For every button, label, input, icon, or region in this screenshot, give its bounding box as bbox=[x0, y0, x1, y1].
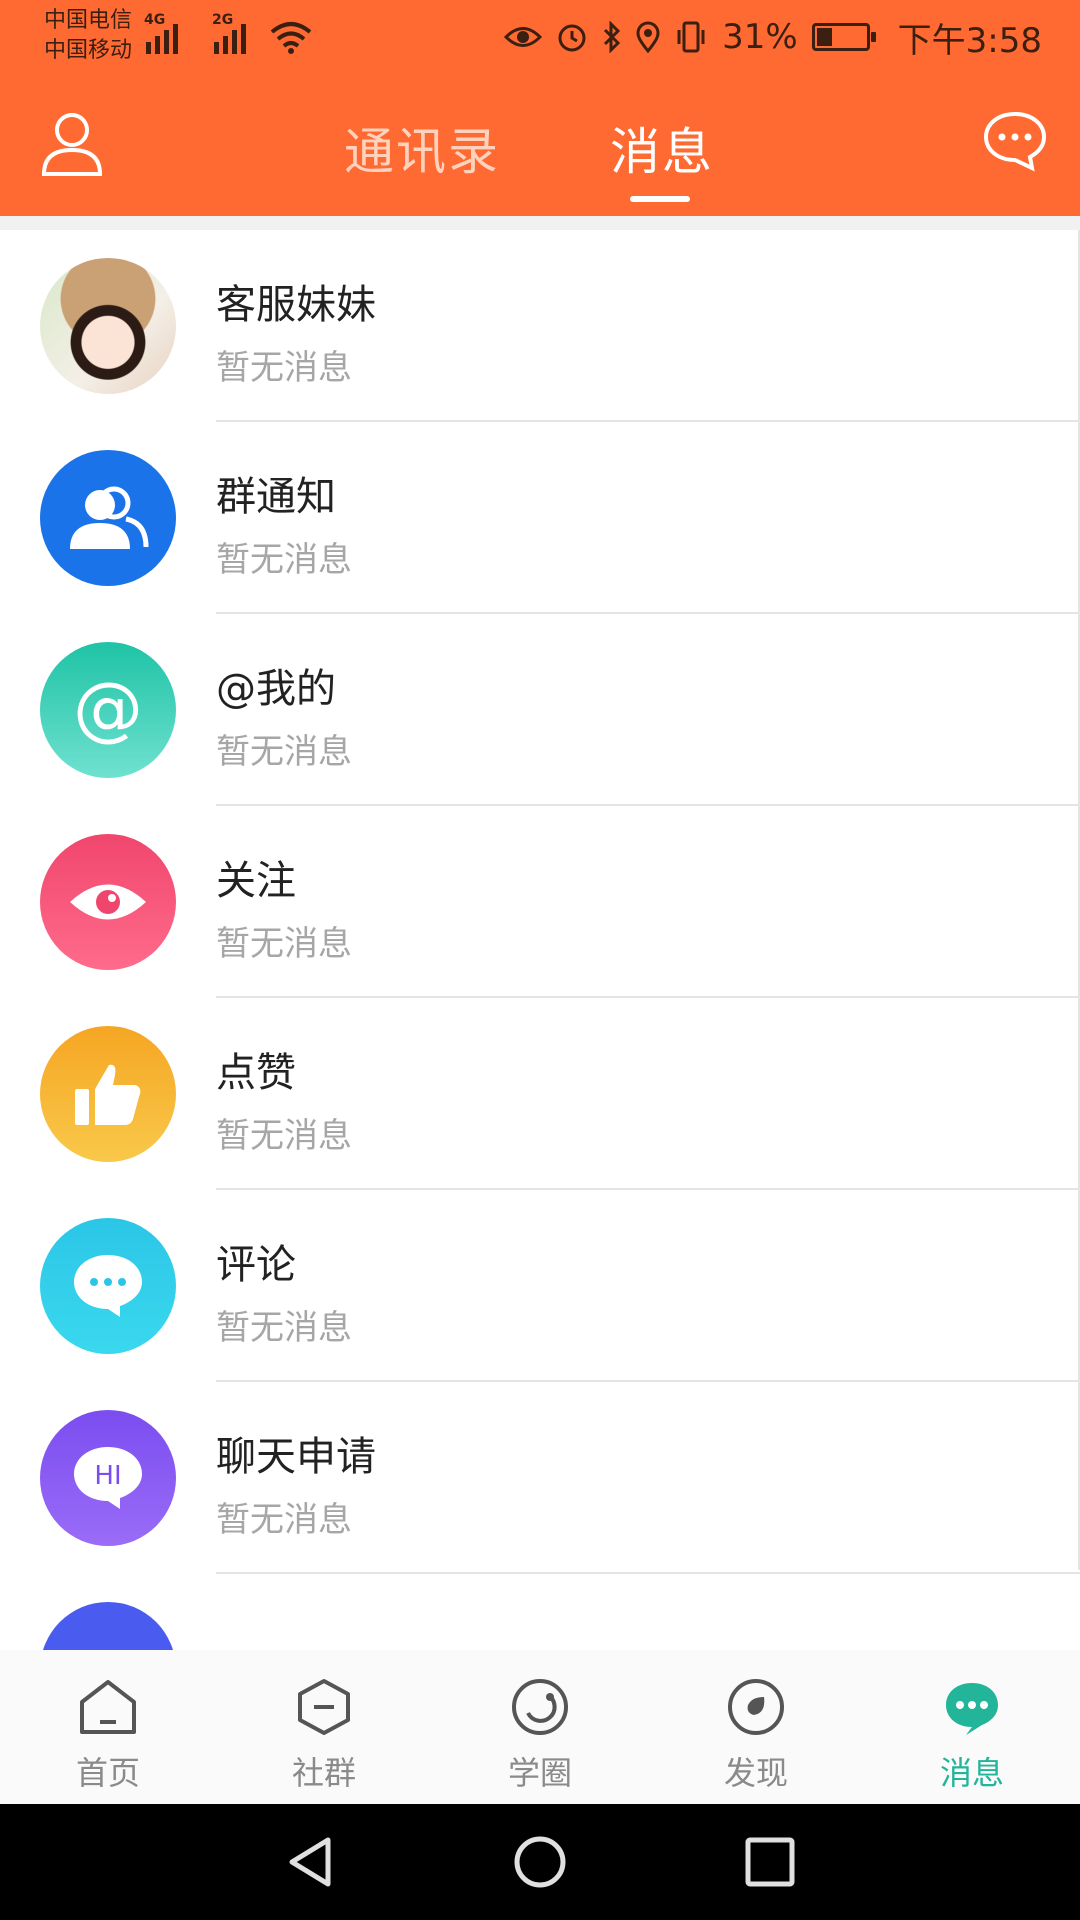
bottom-navigation: 首页 社群 学圈 发现 消息 bbox=[0, 1650, 1080, 1804]
row-title: 聊天申请 bbox=[216, 1434, 376, 1480]
message-row-group-notice[interactable]: 群通知 暂无消息 bbox=[0, 422, 1080, 614]
eye-comfort-icon bbox=[504, 24, 543, 50]
nav-label: 发现 bbox=[723, 1754, 788, 1792]
message-list: 客服妹妹 暂无消息 群通知 暂无消息 @ @我的 暂无消息 关注 暂无消息 点赞… bbox=[0, 230, 1080, 1650]
active-tab-indicator bbox=[630, 196, 690, 202]
carrier-1: 中国电信 bbox=[44, 8, 133, 33]
eye-icon bbox=[40, 834, 176, 970]
circle-icon bbox=[509, 1676, 571, 1738]
signal-tag-2g: 2G bbox=[212, 12, 234, 28]
group-icon bbox=[40, 450, 176, 586]
message-row-customer-service[interactable]: 客服妹妹 暂无消息 bbox=[0, 230, 1080, 422]
partial-row-icon bbox=[40, 1602, 176, 1650]
alarm-icon bbox=[556, 21, 588, 53]
nav-label: 消息 bbox=[939, 1754, 1004, 1792]
row-subtitle: 暂无消息 bbox=[216, 732, 352, 772]
thumbs-up-icon bbox=[40, 1026, 176, 1162]
nav-circle[interactable]: 学圈 bbox=[432, 1650, 648, 1804]
section-spacer bbox=[0, 216, 1080, 230]
recents-icon[interactable] bbox=[742, 1834, 798, 1890]
signal-2g-icon: 2G bbox=[212, 12, 246, 54]
message-row-mentions[interactable]: @ @我的 暂无消息 bbox=[0, 614, 1080, 806]
message-row-chat-requests[interactable]: HI 聊天申请 暂无消息 bbox=[0, 1382, 1080, 1574]
nav-community[interactable]: 社群 bbox=[216, 1650, 432, 1804]
hi-bubble-icon: HI bbox=[40, 1410, 176, 1546]
nav-messages[interactable]: 消息 bbox=[864, 1650, 1080, 1804]
comment-icon bbox=[40, 1218, 176, 1354]
wifi-icon bbox=[270, 20, 312, 58]
top-bar: 通讯录 消息 bbox=[0, 78, 1080, 216]
community-icon bbox=[293, 1676, 355, 1738]
row-subtitle: 暂无消息 bbox=[216, 1116, 352, 1156]
battery-percent: 31% bbox=[722, 17, 798, 57]
back-icon[interactable] bbox=[282, 1834, 338, 1890]
vibrate-icon bbox=[674, 20, 708, 54]
system-navigation-bar bbox=[0, 1804, 1080, 1920]
message-row-partial[interactable] bbox=[0, 1574, 1080, 1650]
discover-icon bbox=[725, 1676, 787, 1738]
carrier-2: 中国移动 bbox=[44, 38, 133, 63]
status-bar: 中国电信 中国移动 4G 2G 31% 下午3:58 bbox=[0, 0, 1080, 78]
message-row-comments[interactable]: 评论 暂无消息 bbox=[0, 1190, 1080, 1382]
signal-tag-4g: 4G bbox=[144, 12, 166, 28]
clock-time: 下午3:58 bbox=[897, 20, 1042, 61]
nav-label: 学圈 bbox=[507, 1754, 572, 1792]
battery-icon bbox=[811, 23, 876, 51]
svg-text:HI: HI bbox=[94, 1461, 121, 1491]
row-title: 评论 bbox=[216, 1242, 296, 1288]
row-title: 群通知 bbox=[216, 474, 336, 520]
row-title: 关注 bbox=[216, 858, 296, 904]
nav-label: 首页 bbox=[75, 1754, 140, 1792]
message-icon bbox=[941, 1676, 1003, 1738]
new-chat-icon[interactable] bbox=[982, 108, 1048, 174]
carrier-names: 中国电信 中国移动 bbox=[44, 6, 132, 66]
row-subtitle: 暂无消息 bbox=[216, 1500, 352, 1540]
row-subtitle: 暂无消息 bbox=[216, 1308, 352, 1348]
signal-4g-icon: 4G bbox=[144, 12, 178, 54]
nav-label: 社群 bbox=[291, 1754, 356, 1792]
row-title: 点赞 bbox=[216, 1050, 296, 1096]
tab-contacts[interactable]: 通讯录 bbox=[344, 112, 500, 184]
row-title: @我的 bbox=[216, 666, 336, 712]
row-subtitle: 暂无消息 bbox=[216, 348, 352, 388]
nav-discover[interactable]: 发现 bbox=[648, 1650, 864, 1804]
at-icon: @ bbox=[40, 642, 176, 778]
home-circle-icon[interactable] bbox=[512, 1834, 568, 1890]
tab-messages[interactable]: 消息 bbox=[610, 112, 714, 184]
home-icon bbox=[77, 1676, 139, 1738]
status-icons: 31% 下午3:58 bbox=[504, 12, 1042, 62]
row-title: 客服妹妹 bbox=[216, 282, 376, 328]
nav-home[interactable]: 首页 bbox=[0, 1650, 216, 1804]
user-profile-icon[interactable] bbox=[40, 110, 104, 178]
customer-service-avatar bbox=[40, 258, 176, 394]
location-icon bbox=[636, 21, 660, 53]
svg-text:@: @ bbox=[73, 672, 143, 748]
row-subtitle: 暂无消息 bbox=[216, 540, 352, 580]
bluetooth-icon bbox=[602, 21, 622, 53]
row-subtitle: 暂无消息 bbox=[216, 924, 352, 964]
message-row-follows[interactable]: 关注 暂无消息 bbox=[0, 806, 1080, 998]
message-row-likes[interactable]: 点赞 暂无消息 bbox=[0, 998, 1080, 1190]
